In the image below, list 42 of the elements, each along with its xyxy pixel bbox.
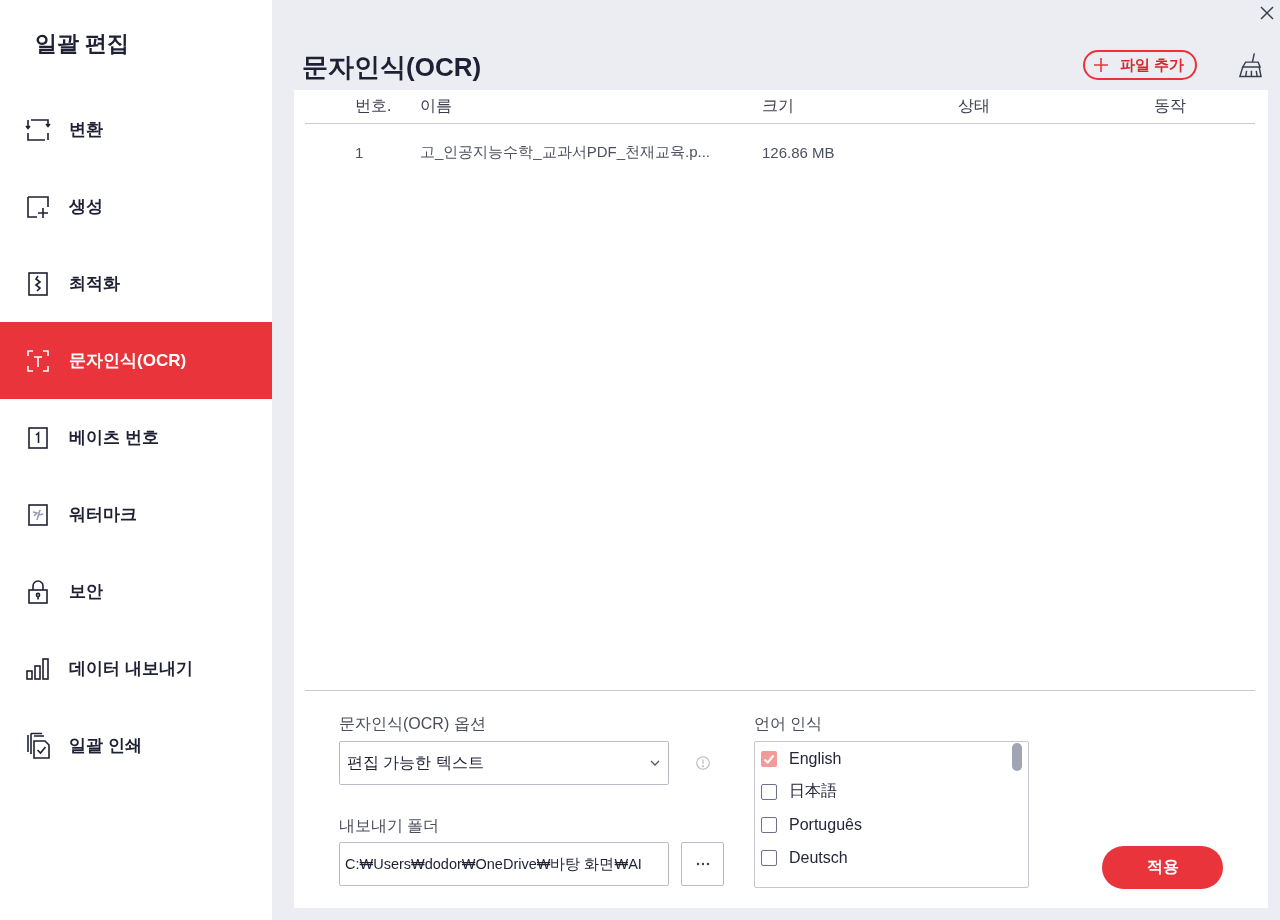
export-folder-label: 내보내기 폴더	[339, 816, 440, 836]
scrollbar-thumb[interactable]	[1012, 743, 1022, 771]
sidebar-item[interactable]: 변환	[0, 91, 272, 168]
sidebar-item[interactable]: 데이터 내보내기	[0, 630, 272, 707]
column-header: 번호.	[354, 96, 392, 116]
broom-icon[interactable]	[1237, 52, 1262, 78]
checkbox[interactable]	[761, 849, 777, 866]
chevron-down-icon	[650, 760, 660, 766]
table-cell-text: 126.86 MB	[761, 144, 835, 161]
checkbox[interactable]	[761, 750, 777, 767]
apply-button[interactable]: 적용	[1102, 846, 1223, 889]
language-option[interactable]: English	[789, 749, 842, 768]
sidebar-title: 일괄 편집	[35, 31, 130, 56]
stacked-pages-check-icon	[24, 731, 52, 760]
language-option[interactable]: Português	[789, 815, 862, 834]
sidebar-item[interactable]: 문자인식(OCR)	[0, 322, 272, 399]
column-header: 상태	[957, 96, 990, 116]
plus-icon	[1093, 58, 1108, 72]
language-option[interactable]: Deutsch	[789, 848, 848, 867]
add-file-button[interactable]: 파일 추가	[1082, 50, 1197, 80]
language-option[interactable]: 日本語	[789, 781, 837, 802]
checkbox[interactable]	[761, 783, 777, 800]
sidebar-item[interactable]: 최적화	[0, 245, 272, 322]
column-header: 크기	[761, 96, 794, 116]
ocr-option-label: 문자인식(OCR) 옵션	[339, 714, 486, 734]
checkbox[interactable]	[761, 816, 777, 833]
table-cell-text: 1	[354, 144, 364, 161]
table-cell-text: 고_인공지능수학_교과서PDF_천재교육.p...	[419, 143, 711, 162]
column-header: 이름	[419, 96, 452, 116]
column-header: 동작	[1153, 96, 1186, 116]
sidebar-item[interactable]: 베이츠 번호	[0, 399, 272, 476]
sidebar-item[interactable]: 생성	[0, 168, 272, 245]
language-label: 언어 인식	[754, 714, 823, 734]
exclamation-icon	[696, 756, 710, 770]
sidebar-item[interactable]: 일괄 인쇄	[0, 707, 272, 784]
close-icon[interactable]	[1260, 6, 1274, 20]
ellipsis-icon	[695, 862, 710, 866]
folder-path-field[interactable]: C:₩Users₩dodor₩OneDrive₩바탕 화면₩AI	[339, 842, 669, 886]
sidebar-item[interactable]: 워터마크	[0, 476, 272, 553]
ocr-option-dropdown[interactable]: 편집 가능한 텍스트	[339, 741, 669, 785]
page-title: 문자인식(OCR)	[302, 51, 482, 83]
sidebar-item[interactable]: 보안	[0, 553, 272, 630]
